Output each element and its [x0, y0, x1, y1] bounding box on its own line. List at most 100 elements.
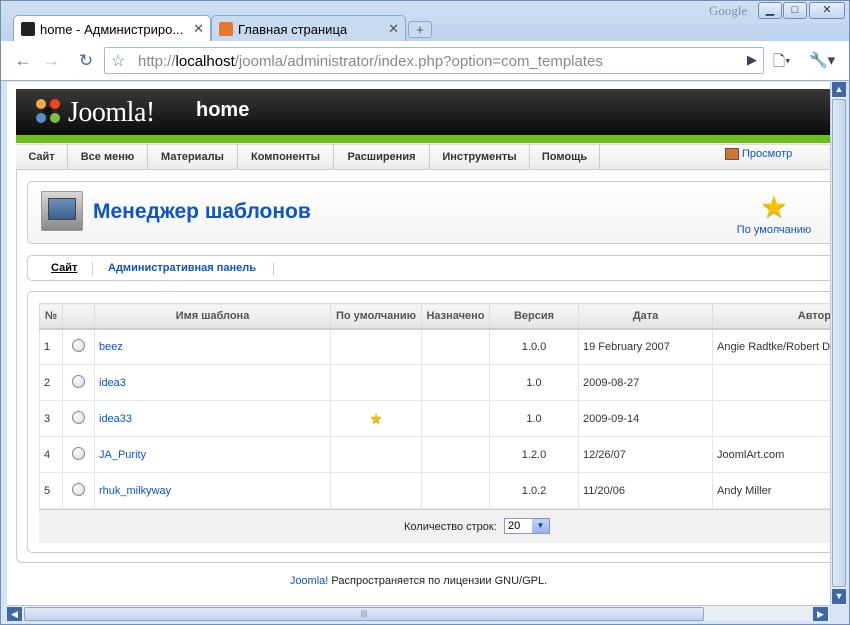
- column-header-assigned[interactable]: Назначено: [421, 303, 490, 330]
- preview-link[interactable]: Просмотр: [725, 148, 793, 161]
- row-number: 2: [39, 364, 63, 401]
- submenu: Сайт Административная панель: [27, 255, 830, 281]
- menu-item-site[interactable]: Сайт: [16, 145, 68, 170]
- row-radio[interactable]: [72, 338, 85, 352]
- scroll-right-arrow-icon[interactable]: ▶: [813, 607, 828, 621]
- menu-item-tools[interactable]: Инструменты: [430, 145, 530, 170]
- reload-icon[interactable]: ↻: [74, 49, 98, 73]
- joomla-logo-icon: [36, 99, 60, 123]
- footer-license-text: Распространяется по лицензии GNU/GPL.: [328, 575, 548, 587]
- template-name-link[interactable]: beez: [99, 341, 123, 353]
- row-number: 4: [39, 436, 63, 473]
- row-radio[interactable]: [72, 446, 85, 460]
- browser-toolbar: ← → ↻ ☆ http://localhost/joomla/administ…: [1, 41, 849, 81]
- template-name-link[interactable]: rhuk_milkyway: [99, 485, 171, 497]
- close-window-button[interactable]: ✕: [809, 2, 845, 19]
- row-radio[interactable]: [72, 374, 85, 388]
- page-menu-icon[interactable]: 🗋▾: [773, 51, 791, 76]
- author-cell: JoomlArt.com: [712, 436, 830, 473]
- scroll-down-arrow-icon[interactable]: ▼: [832, 589, 846, 604]
- date-cell: 12/26/07: [578, 436, 713, 473]
- version-cell: 1.0: [489, 364, 579, 401]
- assigned-cell: [421, 364, 490, 401]
- template-name-link[interactable]: idea3: [99, 377, 126, 389]
- tab-home[interactable]: home - Администриро... ✕: [13, 15, 211, 41]
- scroll-up-arrow-icon[interactable]: ▲: [832, 82, 846, 97]
- version-cell: 1.0: [489, 400, 579, 437]
- forward-arrow-icon[interactable]: →: [39, 49, 63, 73]
- submenu-admin-panel[interactable]: Административная панель: [108, 262, 256, 274]
- menu-item-help[interactable]: Помощь: [530, 145, 600, 170]
- new-tab-button[interactable]: +: [408, 21, 432, 38]
- submenu-separator: [92, 262, 93, 275]
- row-number: 3: [39, 400, 63, 437]
- row-radio[interactable]: [72, 482, 85, 496]
- version-cell: 1.0.2: [489, 472, 579, 509]
- default-star-icon: ★: [369, 410, 383, 426]
- toolbar-box: Менеджер шаблонов ★ По умолчанию: [27, 181, 830, 244]
- joomla-logo-text: Joomla!: [68, 97, 155, 128]
- date-cell: 19 February 2007: [578, 328, 713, 365]
- row-radio[interactable]: [72, 410, 85, 424]
- column-header-default[interactable]: По умолчанию: [330, 303, 422, 330]
- close-tab-icon[interactable]: ✕: [193, 21, 204, 37]
- column-header-author[interactable]: Автор: [712, 303, 830, 330]
- default-cell: ★: [330, 400, 422, 437]
- address-bar[interactable]: ☆ http://localhost/joomla/administrator/…: [104, 47, 764, 74]
- table-row: 2 idea3 1.0 2009-08-27: [39, 364, 830, 401]
- scrollbar-corner: [830, 605, 846, 621]
- template-list-box: № Имя шаблона По умолчанию Назначено Вер…: [27, 291, 830, 553]
- column-header-date[interactable]: Дата: [578, 303, 713, 330]
- template-manager-icon: [41, 191, 83, 231]
- joomla-header: Joomla! home: [16, 89, 830, 143]
- back-arrow-icon[interactable]: ←: [11, 49, 35, 73]
- minimize-button[interactable]: ▁: [758, 2, 782, 19]
- vertical-scrollbar[interactable]: ▲ ▼: [830, 82, 846, 605]
- column-header-select: [62, 303, 95, 330]
- table-row: 5 rhuk_milkyway 1.0.2 11/20/06 Andy Mill…: [39, 472, 830, 509]
- default-cell: [330, 472, 422, 509]
- submenu-site[interactable]: Сайт: [51, 262, 77, 274]
- rows-count-select[interactable]: 20 ▼: [504, 518, 550, 534]
- browser-titlebar: home - Администриро... ✕ Главная страниц…: [1, 1, 849, 41]
- assigned-cell: [421, 328, 490, 365]
- bookmark-star-icon[interactable]: ☆: [111, 51, 125, 71]
- tab-title: home - Администриро...: [40, 22, 184, 37]
- close-tab-icon[interactable]: ✕: [388, 21, 399, 37]
- date-cell: 2009-09-14: [578, 400, 713, 437]
- tab-title: Главная страница: [238, 22, 348, 37]
- default-button[interactable]: ★ По умолчанию: [734, 192, 814, 237]
- chevron-down-icon[interactable]: ▼: [532, 519, 549, 533]
- table-row: 4 JA_Purity 1.2.0 12/26/07 JoomlArt.com: [39, 436, 830, 473]
- default-cell: [330, 436, 422, 473]
- url-path: /joomla/administrator/index.php?option=c…: [234, 53, 603, 70]
- template-name-link[interactable]: idea33: [99, 413, 132, 425]
- menu-item-extensions[interactable]: Расширения: [334, 145, 430, 170]
- menu-item-components[interactable]: Компоненты: [238, 145, 334, 170]
- default-cell: [330, 364, 422, 401]
- author-cell: [712, 364, 830, 401]
- wrench-menu-icon[interactable]: 🔧▾: [809, 51, 835, 69]
- scroll-left-arrow-icon[interactable]: ◀: [7, 607, 22, 621]
- preview-icon: [725, 148, 739, 161]
- table-row: 1 beez 1.0.0 19 February 2007 Angie Radt…: [39, 328, 830, 365]
- tab-main-page[interactable]: Главная страница ✕: [211, 15, 406, 41]
- column-header-number[interactable]: №: [39, 303, 63, 330]
- table-header-row: № Имя шаблона По умолчанию Назначено Вер…: [39, 303, 830, 330]
- column-header-version[interactable]: Версия: [489, 303, 579, 330]
- horizontal-scrollbar[interactable]: ◀ ||| ▶: [7, 605, 830, 621]
- vertical-scroll-thumb[interactable]: [832, 99, 846, 587]
- preview-label: Просмотр: [742, 148, 793, 160]
- column-header-name[interactable]: Имя шаблона: [94, 303, 331, 330]
- date-cell: 2009-08-27: [578, 364, 713, 401]
- maximize-button[interactable]: □: [783, 2, 807, 19]
- date-cell: 11/20/06: [578, 472, 713, 509]
- menu-item-content[interactable]: Материалы: [148, 145, 238, 170]
- url-prefix: http://: [138, 53, 176, 70]
- horizontal-scroll-thumb[interactable]: |||: [24, 607, 704, 621]
- go-icon[interactable]: ▶: [747, 52, 757, 68]
- joomla-footer-link[interactable]: Joomla!: [290, 575, 329, 587]
- menu-item-all-menus[interactable]: Все меню: [68, 145, 148, 170]
- template-name-link[interactable]: JA_Purity: [99, 449, 146, 461]
- rows-count-value: 20: [508, 520, 521, 532]
